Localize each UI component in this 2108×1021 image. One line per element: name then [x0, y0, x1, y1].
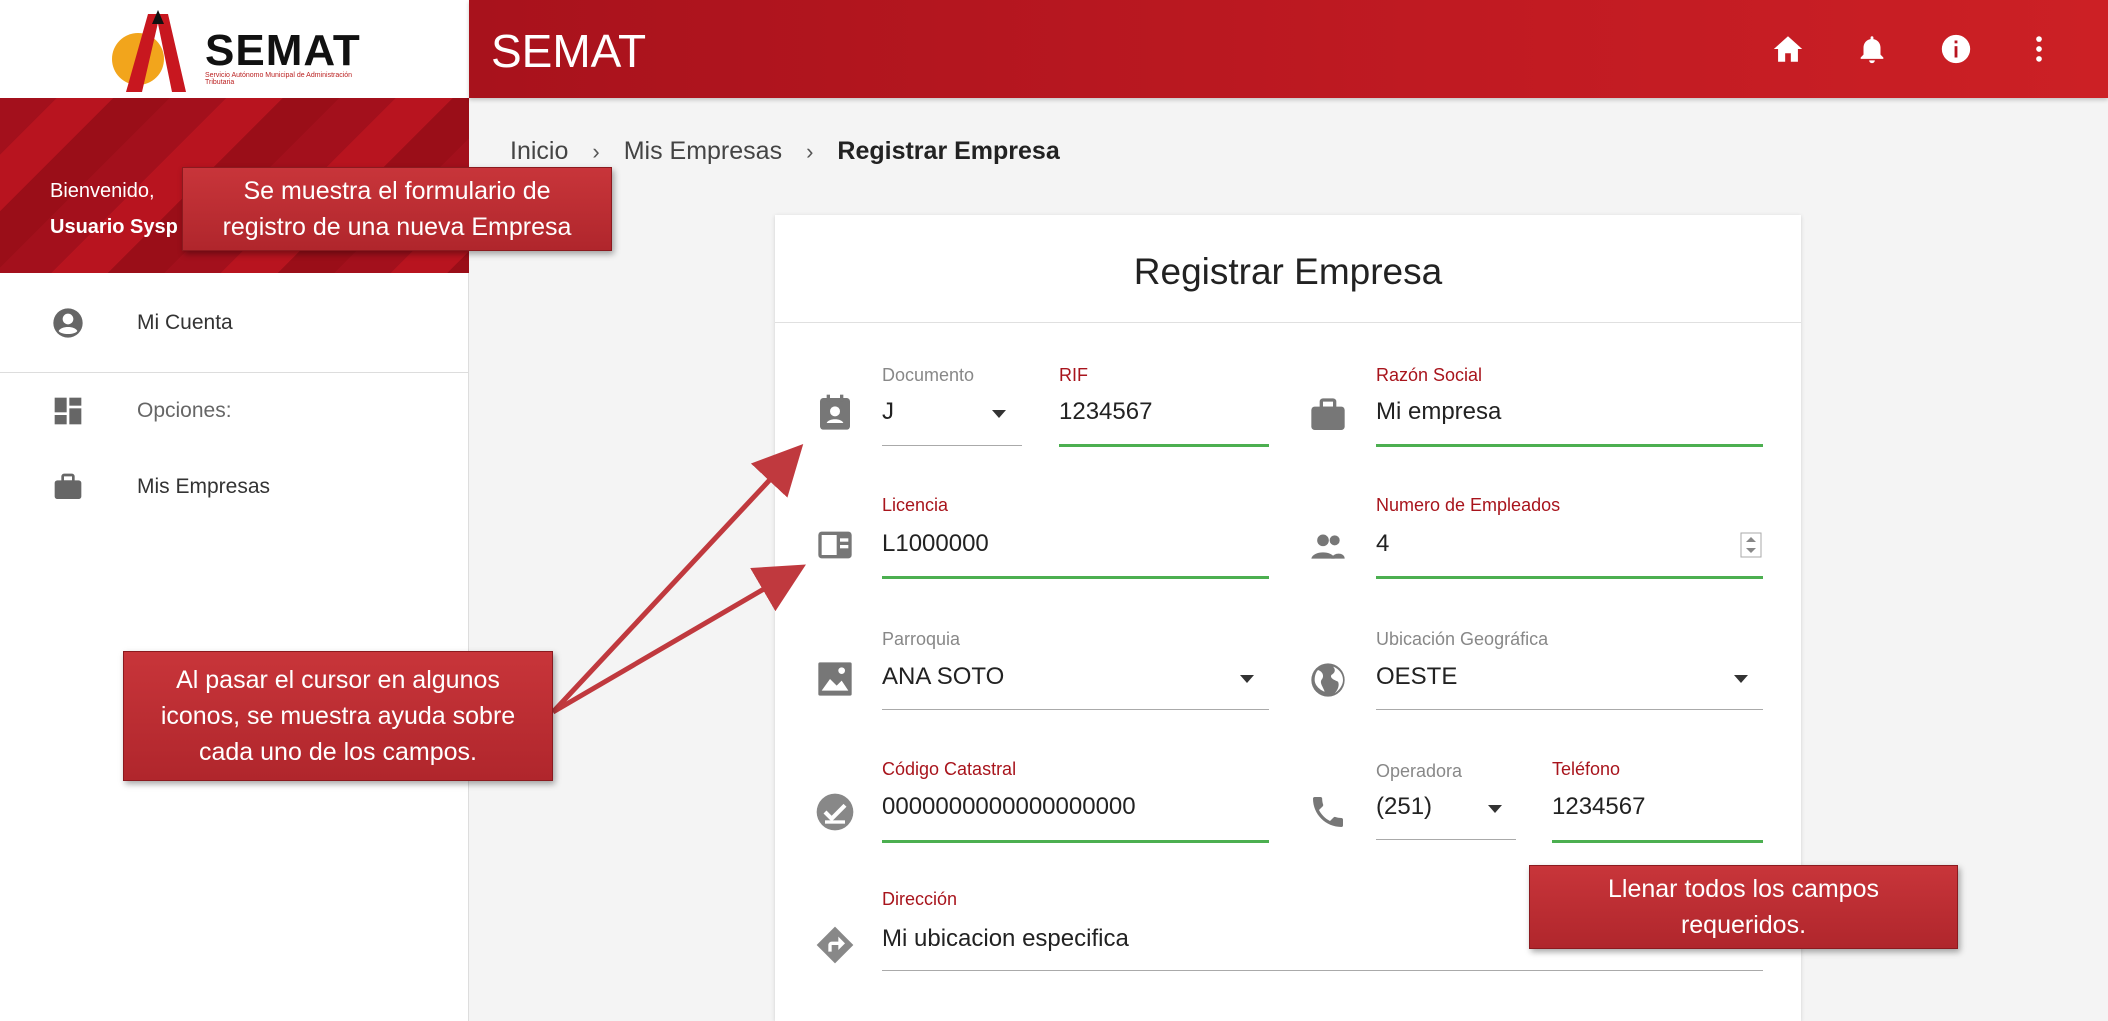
- ubicacion-select[interactable]: Ubicación Geográfica OESTE: [1376, 629, 1763, 719]
- people-icon[interactable]: [1308, 527, 1348, 567]
- image-icon[interactable]: [815, 659, 855, 699]
- callout-line: requeridos.: [1680, 911, 1807, 939]
- globe-icon[interactable]: [1308, 660, 1348, 700]
- chevron-right-icon: ›: [592, 138, 600, 164]
- field-value: 1234567: [1059, 398, 1153, 425]
- callout-line: Al pasar el cursor en algunos: [176, 666, 500, 694]
- field-underline: [882, 709, 1269, 710]
- callout-form-info: Se muestra el formulario de registro de …: [182, 167, 612, 251]
- telefono-input[interactable]: Teléfono 1234567: [1552, 759, 1763, 849]
- field-value: 4: [1376, 530, 1390, 557]
- field-label: Licencia: [882, 495, 949, 515]
- field-value: ANA SOTO: [882, 663, 1005, 690]
- codigo-catastral-input[interactable]: Código Catastral 0000000000000000000: [882, 759, 1269, 849]
- operadora-select[interactable]: Operadora (251): [1376, 761, 1516, 851]
- field-value: 0000000000000000000: [882, 793, 1136, 820]
- breadcrumb-inicio[interactable]: Inicio: [510, 137, 568, 166]
- breadcrumb: Inicio › Mis Empresas › Registrar Empres…: [510, 137, 1060, 166]
- logo-subtitle: Servicio Autónomo Municipal de Administr…: [205, 72, 353, 86]
- chevron-down-icon: [1734, 675, 1748, 683]
- breadcrumb-current: Registrar Empresa: [837, 137, 1060, 165]
- field-label: Documento: [882, 365, 975, 385]
- sidebar-item-label: Mis Empresas: [137, 474, 271, 498]
- semat-logo-icon: [112, 10, 186, 92]
- app-title: SEMAT: [491, 25, 647, 77]
- breadcrumb-mis-empresas[interactable]: Mis Empresas: [624, 137, 782, 166]
- briefcase-icon[interactable]: [1308, 395, 1348, 435]
- welcome-text: Bienvenido,: [50, 180, 155, 202]
- parroquia-select[interactable]: Parroquia ANA SOTO: [882, 629, 1269, 719]
- callout-line: iconos, se muestra ayuda sobre: [160, 702, 516, 730]
- field-underline: [1376, 444, 1763, 447]
- card-header: Registrar Empresa: [775, 215, 1801, 323]
- field-value: OESTE: [1376, 663, 1458, 690]
- callout-fill-required: Llenar todos los campos requeridos.: [1529, 865, 1958, 949]
- field-value: Mi empresa: [1376, 398, 1502, 425]
- top-app-bar: SEMAT: [469, 0, 2108, 98]
- field-label: Numero de Empleados: [1376, 495, 1561, 515]
- more-vert-icon[interactable]: [2022, 32, 2056, 66]
- chevron-down-icon: [1488, 805, 1502, 813]
- sidebar: SEMAT Servicio Autónomo Municipal de Adm…: [0, 0, 469, 1021]
- field-label: Operadora: [1376, 761, 1463, 781]
- dashboard-icon: [54, 397, 82, 424]
- callout-line: cada uno de los campos.: [199, 738, 477, 766]
- field-label: Código Catastral: [882, 759, 1017, 779]
- field-label: Razón Social: [1376, 365, 1483, 385]
- field-label: Dirección: [882, 889, 958, 909]
- field-underline: [882, 840, 1269, 843]
- sidebar-item-label: Mi Cuenta: [137, 310, 233, 334]
- account-circle-icon: [53, 307, 83, 338]
- sidebar-item-label: Opciones:: [137, 398, 232, 422]
- logo-area: SEMAT Servicio Autónomo Municipal de Adm…: [0, 0, 469, 98]
- sidebar-item-mi-cuenta[interactable]: Mi Cuenta: [0, 285, 469, 360]
- razon-social-input[interactable]: Razón Social Mi empresa: [1376, 365, 1763, 455]
- empleados-input[interactable]: Numero de Empleados 4: [1376, 495, 1763, 585]
- logo-text: SEMAT: [205, 26, 361, 75]
- field-underline: [1059, 444, 1269, 447]
- directions-icon[interactable]: [815, 925, 855, 965]
- field-label: Teléfono: [1552, 759, 1621, 779]
- info-icon[interactable]: [1939, 32, 1973, 66]
- license-card-icon[interactable]: [815, 525, 855, 565]
- field-underline: [882, 445, 1022, 446]
- field-underline: [1376, 839, 1516, 840]
- phone-icon[interactable]: [1308, 792, 1348, 832]
- field-underline: [1376, 576, 1763, 579]
- bell-icon[interactable]: [1855, 32, 1889, 66]
- field-label: Ubicación Geográfica: [1376, 629, 1549, 649]
- field-underline: [882, 970, 1763, 971]
- field-underline: [1376, 709, 1763, 710]
- field-value: Mi ubicacion especifica: [882, 925, 1129, 952]
- contact-card-icon[interactable]: [815, 393, 855, 433]
- field-value: J: [882, 398, 894, 425]
- sidebar-item-mis-empresas[interactable]: Mis Empresas: [0, 449, 469, 524]
- callout-line: registro de una nueva Empresa: [222, 213, 572, 241]
- sidebar-item-opciones: Opciones:: [0, 373, 469, 448]
- callout-line: Se muestra el formulario de: [243, 177, 551, 205]
- field-underline: [1552, 840, 1763, 843]
- chevron-down-icon: [992, 410, 1006, 418]
- field-value: L1000000: [882, 530, 989, 557]
- briefcase-icon: [54, 473, 82, 499]
- home-icon[interactable]: [1771, 32, 1805, 66]
- check-circle-icon[interactable]: [815, 792, 855, 832]
- callout-line: Llenar todos los campos: [1608, 875, 1879, 903]
- number-stepper-icon[interactable]: [1740, 532, 1762, 558]
- callout-hover-help: Al pasar el cursor en algunos iconos, se…: [123, 651, 553, 781]
- chevron-down-icon: [1240, 675, 1254, 683]
- card-title: Registrar Empresa: [1133, 251, 1443, 292]
- chevron-right-icon: ›: [806, 138, 814, 164]
- field-label: RIF: [1059, 365, 1088, 385]
- field-value: 1234567: [1552, 793, 1646, 820]
- documento-select[interactable]: Documento J: [882, 365, 1022, 455]
- licencia-input[interactable]: Licencia L1000000: [882, 495, 1269, 585]
- username: Usuario Sysp: [50, 216, 178, 238]
- field-underline: [882, 576, 1269, 579]
- field-value: (251): [1376, 793, 1433, 820]
- rif-input[interactable]: RIF 1234567: [1059, 365, 1269, 455]
- field-label: Parroquia: [882, 629, 961, 649]
